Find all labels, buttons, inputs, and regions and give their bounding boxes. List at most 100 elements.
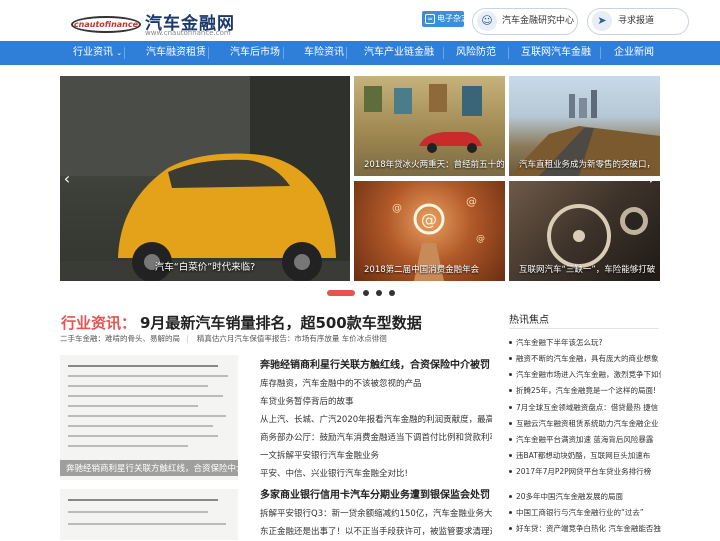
- person-icon: ☺: [477, 11, 497, 31]
- article-link[interactable]: 东正金融还是出事了！以不正当手段获许可，被监管要求清理退出: [260, 523, 492, 541]
- svg-text:@: @: [476, 234, 485, 244]
- carousel-dot-active[interactable]: [327, 290, 355, 296]
- document-line: [68, 435, 218, 437]
- article-link[interactable]: 拆解平安银行Q3：新一贷余额缩减约150亿，汽车金融业务大爆发: [260, 505, 492, 523]
- bullet-icon: [509, 438, 512, 441]
- sidebar-item[interactable]: 互融云汽车融资租赁系统助力汽车金融企业: [509, 418, 661, 429]
- document-line: [68, 511, 208, 513]
- carousel-dot[interactable]: [363, 290, 369, 296]
- sidebar-item-label: 20多年中国汽车金融发展的局面: [516, 492, 624, 501]
- carousel-next-button[interactable]: ›: [646, 168, 658, 190]
- bullet-icon: [509, 341, 512, 344]
- sidebar-divider: [509, 328, 659, 329]
- carousel-slide[interactable]: 互联网汽车“三缺一”，车险能够打破: [509, 181, 660, 281]
- carousel-slide[interactable]: 汽车直租业务成为新零售的突破口，: [509, 76, 660, 176]
- document-line: [68, 395, 223, 397]
- bullet-icon: [509, 470, 512, 473]
- sidebar-item-label: 中国工商银行与汽车金融行业的“过去”: [516, 508, 644, 517]
- sidebar-item[interactable]: 融资不断的汽车金融，具有庞大的商业想象: [509, 353, 661, 364]
- rss-icon: ≈: [425, 14, 435, 24]
- sidebar-item-label: 汽车金融平台满资加速 蓝海背后风险暴露: [516, 435, 654, 444]
- nav-item-risk[interactable]: 风险防范: [456, 41, 496, 65]
- article-block: 多家商业银行信用卡汽车分期业务遭到银保监会处罚 拆解平安银行Q3：新一贷余额缩减…: [260, 487, 492, 541]
- nav-item-financing-lease[interactable]: 汽车融资租赁: [146, 41, 206, 65]
- chevron-right-icon: ›: [648, 169, 656, 188]
- site-logo[interactable]: cnautofinance: [71, 16, 141, 33]
- document-line: [68, 415, 226, 417]
- bullet-icon: [509, 357, 512, 360]
- document-line: [68, 499, 218, 501]
- nav-item-internet-finance[interactable]: 互联网汽车金融: [521, 41, 591, 65]
- carousel-dot[interactable]: [389, 290, 395, 296]
- sidebar-item[interactable]: 折腾25年，汽车金融竟是一个这样的局面!: [509, 385, 661, 396]
- article-link[interactable]: 一文拆解平安银行汽车金融业务: [260, 447, 492, 465]
- bullet-icon: [509, 422, 512, 425]
- headline-category[interactable]: 行业资讯：: [61, 312, 136, 333]
- article-link[interactable]: 平安、中信、兴业银行汽车金融全对比!: [260, 465, 492, 483]
- svg-text:@: @: [392, 203, 402, 214]
- nav-item-company-news[interactable]: 企业新闻: [614, 41, 654, 65]
- document-line: [68, 405, 198, 407]
- sidebar-item[interactable]: 7月全球互金领域融资盘点：借贷最热 捷信: [509, 402, 661, 413]
- nav-item-industry-chain[interactable]: 汽车产业链金融: [364, 41, 434, 65]
- bullet-icon: [509, 527, 512, 530]
- article-title[interactable]: 奔驰经销商利星行关联方触红线，合资保险中介被罚: [260, 357, 492, 375]
- headline-title[interactable]: 9月最新汽车销量排名，超500款车型数据: [140, 312, 422, 333]
- nav-item-industry-news[interactable]: 行业资讯 ⌄: [73, 41, 122, 65]
- nav-item-insurance[interactable]: 车险资讯: [304, 41, 344, 65]
- sidebar-item[interactable]: 2017年7月P2P网贷平台车贷业务排行榜: [509, 466, 661, 477]
- bullet-icon: [509, 406, 512, 409]
- nav-item-aftermarket[interactable]: 汽车后市场: [230, 41, 280, 65]
- sidebar-item[interactable]: 20多年中国汽车金融发展的局面: [509, 491, 661, 502]
- article-link[interactable]: 商务部办公厅：鼓励汽车消费金融适当下调首付比例和贷款利率，: [260, 429, 492, 447]
- nav-item-label: 行业资讯: [73, 47, 113, 58]
- svg-text:@: @: [421, 210, 437, 229]
- article-link[interactable]: 车贷业务暂停背后的故事: [260, 393, 492, 411]
- bullet-icon: [509, 373, 512, 376]
- sidebar-item[interactable]: 汽车金融下半年该怎么玩?: [509, 337, 661, 348]
- link-divider: |: [186, 334, 189, 343]
- document-line: [68, 375, 228, 377]
- carousel-dot[interactable]: [376, 290, 382, 296]
- sidebar-item[interactable]: 中国工商银行与汽车金融行业的“过去”: [509, 507, 661, 518]
- carousel-slide[interactable]: @ @ @ @ 2018第二届中国消费金融年会: [354, 181, 505, 281]
- document-line: [68, 445, 188, 447]
- sidebar-item[interactable]: 汽车金融平台满资加速 蓝海背后风险暴露: [509, 434, 661, 445]
- emagazine-button[interactable]: ≈ 电子杂志: [422, 11, 464, 27]
- article-thumbnail[interactable]: 奔驰经销商利星行关联方触红线，合资保险中介: [60, 355, 238, 480]
- site-header: cnautofinance 汽车金融网 www.cnautofinance.co…: [0, 0, 720, 41]
- carousel-slide-main[interactable]: 汽车“白菜价”时代来临?: [60, 76, 350, 281]
- article-thumbnail[interactable]: [60, 489, 238, 540]
- sidebar-item-label: 折腾25年，汽车金融竟是一个这样的局面!: [516, 386, 657, 395]
- carousel-slide[interactable]: 2018年贷冰火两重天：曾经前五十的: [354, 76, 505, 176]
- seek-coverage-label: 寻求报道: [618, 16, 655, 26]
- seek-coverage-button[interactable]: ➤ 寻求报道: [587, 8, 689, 35]
- sidebar-item[interactable]: 好车贷：资产端竞争白热化 汽车金融能否独: [509, 523, 661, 534]
- sidebar-item-label: 融资不断的汽车金融，具有庞大的商业想象: [516, 354, 659, 363]
- nav-divider: [124, 47, 125, 59]
- featured-carousel: 汽车“白菜价”时代来临? 2018年贷冰火两重天：曾经前五十的 汽车直租业务成为…: [60, 76, 660, 281]
- document-line: [68, 385, 208, 387]
- document-line: [68, 523, 226, 525]
- article-link[interactable]: 库存融资，汽车金融中的不该被忽视的产品: [260, 375, 492, 393]
- article-link[interactable]: 从上汽、长城、广汽2020年报看汽车金融的利润贡献度，最高达3: [260, 411, 492, 429]
- sidebar-item-label: 2017年7月P2P网贷平台车贷业务排行榜: [516, 467, 652, 476]
- research-center-button[interactable]: ☺ 汽车金融研究中心: [472, 8, 578, 35]
- headline-related-links: 二手车金融：难啃的骨头、易解的局 | 精真估六月汽车保值率报告：市场有序放量 车价…: [60, 333, 495, 344]
- sidebar-title: 热讯焦点: [509, 315, 549, 326]
- main-nav: 行业资讯 ⌄ 汽车融资租赁 汽车后市场 车险资讯 汽车产业链金融 风险防范 互联…: [0, 41, 720, 65]
- article-block: 奔驰经销商利星行关联方触红线，合资保险中介被罚 库存融资，汽车金融中的不该被忽视…: [260, 357, 492, 483]
- sidebar-item[interactable]: 汽车金融市场进入汽车金融，激烈竞争下如何平: [509, 369, 661, 380]
- related-link[interactable]: 二手车金融：难啃的骨头、易解的局: [60, 334, 180, 343]
- thumbnail-caption: 奔驰经销商利星行关联方触红线，合资保险中介: [60, 460, 238, 476]
- bullet-icon: [509, 389, 512, 392]
- bullet-icon: [509, 511, 512, 514]
- article-title[interactable]: 多家商业银行信用卡汽车分期业务遭到银保监会处罚: [260, 487, 492, 505]
- related-link[interactable]: 精真估六月汽车保值率报告：市场有序放量 车价冰点徘徊: [197, 334, 387, 343]
- nav-divider: [600, 47, 601, 59]
- bullet-icon: [509, 495, 512, 498]
- carousel-caption: 汽车直租业务成为新零售的突破口，: [519, 160, 656, 170]
- carousel-prev-button[interactable]: ‹: [61, 168, 73, 190]
- sidebar-item[interactable]: 违BAT都想动块奶酪，互联网巨头加速布: [509, 450, 661, 461]
- sidebar-item-label: 好车贷：资产端竞争白热化 汽车金融能否独: [516, 524, 661, 533]
